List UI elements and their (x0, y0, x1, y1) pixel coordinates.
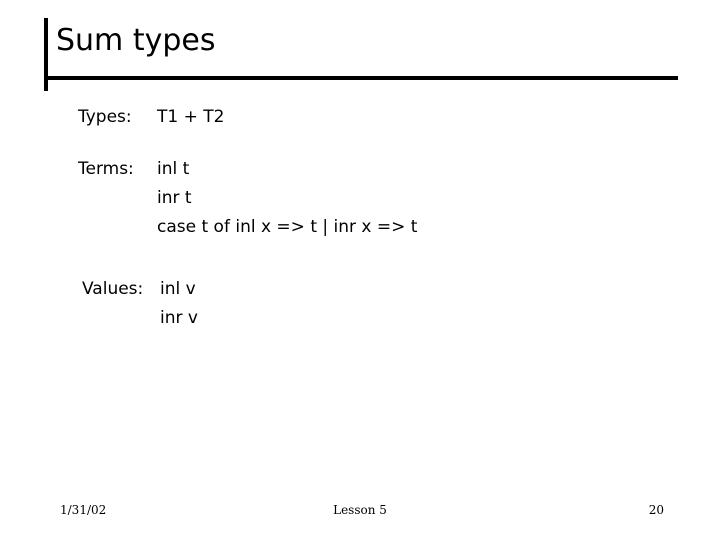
value-types: T1 + T2 (157, 107, 225, 127)
terms-continuation-case: case t of inl x => t | inr x => t (157, 217, 418, 237)
label-types: Types: (78, 107, 132, 127)
slide-body: Types: T1 + T2 Terms: inl t inr t case t o… (0, 0, 720, 540)
body-row-terms: Terms: inl t (78, 159, 189, 179)
footer-page-number: 20 (648, 503, 664, 517)
label-values: Values: (82, 279, 144, 299)
value-terms: inl t (157, 159, 190, 179)
slide: Sum types Types: T1 + T2 Terms: inl t inr … (0, 0, 720, 540)
values-continuation-inr: inr v (160, 308, 198, 328)
slide-footer: 1/31/02 Lesson 5 20 (0, 498, 720, 524)
terms-continuation-inr: inr t (157, 188, 192, 208)
footer-lesson-label: Lesson 5 (333, 503, 387, 517)
value-values: inl v (160, 279, 196, 299)
body-row-types: Types: T1 + T2 (78, 107, 224, 127)
body-row-values: Values: inl v (82, 279, 196, 299)
label-terms: Terms: (78, 159, 134, 179)
